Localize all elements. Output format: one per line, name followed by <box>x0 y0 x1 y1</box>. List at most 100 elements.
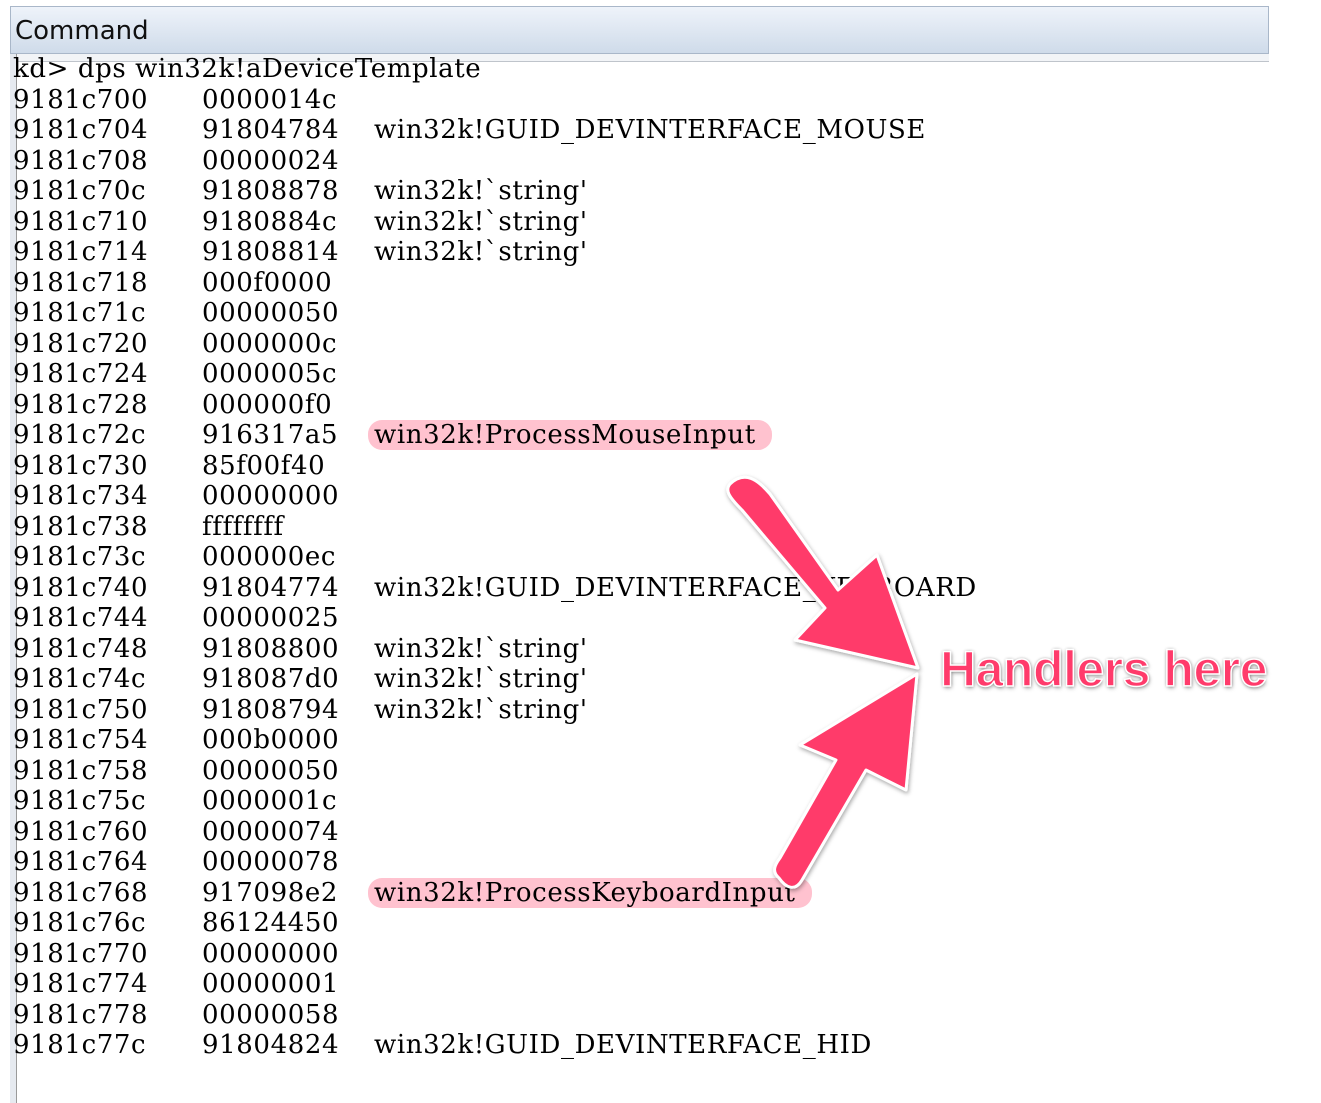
memory-symbol: win32k!`string' <box>374 664 588 694</box>
memory-address: 9181c744 <box>13 603 149 633</box>
memory-value: 91808800 <box>202 633 340 664</box>
memory-address: 9181c750 <box>13 694 149 725</box>
memory-symbol: win32k!GUID_DEVINTERFACE_KEYBOARD <box>374 572 977 603</box>
memory-value: 00000025 <box>202 603 340 633</box>
window-titlebar[interactable]: Command <box>10 6 1269 54</box>
memory-address: 9181c73c <box>13 542 147 572</box>
highlighted-symbol: win32k!ProcessKeyboardInput <box>368 877 812 908</box>
memory-address: 9181c738 <box>13 511 149 542</box>
memory-row: 9181c740 91804774 win32k!GUID_DEVINTERFACE… <box>13 573 977 604</box>
memory-address: 9181c718 <box>13 267 149 298</box>
memory-row: 9181c748 91808800 win32k!`string' <box>13 634 977 665</box>
memory-row: 9181c74c 918087d0 win32k!`string' <box>13 664 977 695</box>
memory-row: 9181c770 00000000 <box>13 939 977 970</box>
window-title: Command <box>15 16 149 46</box>
memory-address: 9181c768 <box>13 877 149 908</box>
memory-row: 9181c720 0000000c <box>13 329 977 360</box>
memory-address: 9181c708 <box>13 145 149 176</box>
memory-row: 9181c760 00000074 <box>13 817 977 848</box>
memory-value: 000000ec <box>202 542 337 572</box>
memory-value: 91804784 <box>202 115 340 145</box>
memory-row: 9181c764 00000078 <box>13 847 977 878</box>
memory-address: 9181c728 <box>13 389 149 420</box>
memory-address: 9181c764 <box>13 847 149 877</box>
memory-address: 9181c76c <box>13 908 147 938</box>
memory-address: 9181c710 <box>13 206 149 237</box>
memory-row: 9181c768 917098e2 win32k!ProcessKeyboardIn… <box>13 877 977 909</box>
memory-symbol: win32k!`string' <box>374 237 588 267</box>
memory-row: 9181c758 00000050 <box>13 756 977 787</box>
memory-row: 9181c778 00000058 <box>13 1000 977 1031</box>
command-output[interactable]: kd> dps win32k!aDeviceTemplate 9181c700 00… <box>13 54 977 1061</box>
memory-address: 9181c734 <box>13 481 149 511</box>
memory-row: 9181c774 00000001 <box>13 969 977 1000</box>
memory-address: 9181c754 <box>13 725 149 755</box>
memory-address: 9181c724 <box>13 359 149 389</box>
memory-value: 00000001 <box>202 969 340 999</box>
memory-row: 9181c700 0000014c <box>13 85 977 116</box>
memory-address: 9181c720 <box>13 328 149 359</box>
memory-row: 9181c708 00000024 <box>13 146 977 177</box>
memory-address: 9181c748 <box>13 633 149 664</box>
memory-value: 0000005c <box>202 359 338 389</box>
memory-address: 9181c704 <box>13 115 149 145</box>
memory-value: 91808794 <box>202 694 340 725</box>
memory-row: 9181c71c 00000050 <box>13 298 977 329</box>
memory-value: 0000001c <box>202 786 338 816</box>
memory-row: 9181c734 00000000 <box>13 481 977 512</box>
memory-value: 00000078 <box>202 847 340 877</box>
memory-value: 000f0000 <box>202 267 333 298</box>
memory-value: 91808814 <box>202 237 340 267</box>
memory-row: 9181c754 000b0000 <box>13 725 977 756</box>
memory-address: 9181c75c <box>13 786 147 816</box>
memory-symbol: win32k!`string' <box>374 176 588 206</box>
memory-value: 00000000 <box>202 938 340 969</box>
memory-value: 00000024 <box>202 145 340 176</box>
memory-value: 9180884c <box>202 206 338 237</box>
memory-address: 9181c714 <box>13 237 149 267</box>
handlers-callout: Handlers here <box>939 640 1268 698</box>
memory-row: 9181c75c 0000001c <box>13 786 977 817</box>
memory-address: 9181c770 <box>13 938 149 969</box>
memory-row: 9181c738 ffffffff <box>13 512 977 543</box>
memory-value: 0000000c <box>202 328 338 359</box>
memory-address: 9181c74c <box>13 664 147 694</box>
memory-value: 00000050 <box>202 755 340 786</box>
memory-address: 9181c730 <box>13 450 149 481</box>
memory-value: 00000074 <box>202 816 340 847</box>
memory-symbol: win32k!`string' <box>374 694 588 725</box>
memory-row: 9181c730 85f00f40 <box>13 451 977 482</box>
memory-row: 9181c724 0000005c <box>13 359 977 390</box>
memory-value: 000b0000 <box>202 725 340 755</box>
memory-address: 9181c758 <box>13 755 149 786</box>
memory-symbol: win32k!GUID_DEVINTERFACE_MOUSE <box>374 115 926 145</box>
memory-symbol: win32k!`string' <box>374 633 588 664</box>
memory-value: 00000050 <box>202 298 340 328</box>
memory-value: 00000000 <box>202 481 340 511</box>
memory-symbol: win32k!GUID_DEVINTERFACE_HID <box>374 1030 872 1060</box>
memory-address: 9181c778 <box>13 999 149 1030</box>
highlighted-symbol: win32k!ProcessMouseInput <box>368 420 772 450</box>
memory-value: 91804774 <box>202 572 340 603</box>
memory-row: 9181c714 91808814 win32k!`string' <box>13 237 977 268</box>
memory-row: 9181c728 000000f0 <box>13 390 977 421</box>
memory-address: 9181c70c <box>13 176 147 206</box>
memory-symbol: win32k!`string' <box>374 206 588 237</box>
memory-row: 9181c750 91808794 win32k!`string' <box>13 695 977 726</box>
memory-value: 86124450 <box>202 908 340 938</box>
memory-row: 9181c70c 91808878 win32k!`string' <box>13 176 977 207</box>
memory-address: 9181c740 <box>13 572 149 603</box>
memory-row: 9181c710 9180884c win32k!`string' <box>13 207 977 238</box>
memory-value: 918087d0 <box>202 664 340 694</box>
memory-value: 000000f0 <box>202 389 333 420</box>
command-prompt-line: kd> dps win32k!aDeviceTemplate <box>13 54 482 84</box>
memory-address: 9181c77c <box>13 1030 147 1060</box>
memory-value: 85f00f40 <box>202 450 326 481</box>
memory-row: 9181c704 91804784 win32k!GUID_DEVINTERFACE… <box>13 115 977 146</box>
memory-value: ffffffff <box>202 511 284 542</box>
memory-address: 9181c71c <box>13 298 147 328</box>
memory-row: 9181c77c 91804824 win32k!GUID_DEVINTERFACE… <box>13 1030 977 1061</box>
memory-value: 91808878 <box>202 176 340 206</box>
memory-address: 9181c774 <box>13 969 149 999</box>
memory-address: 9181c72c <box>13 420 147 450</box>
